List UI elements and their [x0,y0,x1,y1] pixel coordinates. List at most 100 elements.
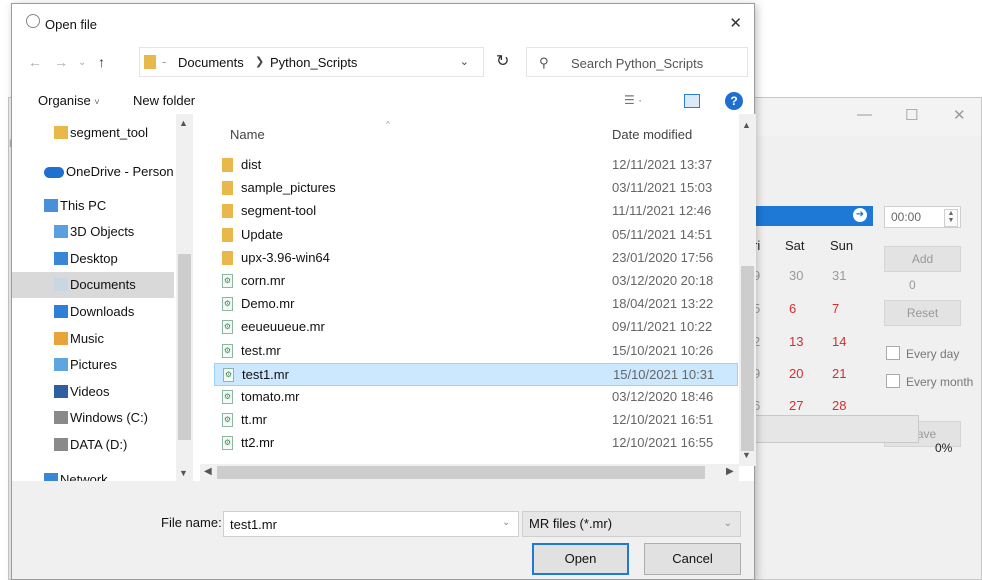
calendar-day[interactable]: 21 [832,366,846,381]
scroll-down-icon[interactable]: ▼ [742,450,751,460]
nav-item[interactable]: Videos [12,379,174,405]
folder-icon [222,181,233,196]
calendar-day[interactable]: 20 [789,366,803,381]
file-row[interactable]: ⚙ tt.mr 12/10/2021 16:51 [214,409,738,432]
checkbox-box[interactable] [886,346,900,360]
horizontal-scrollbar[interactable]: ◀ ▶ [200,464,739,481]
file-row[interactable]: ⚙ Demo.mr 18/04/2021 13:22 [214,293,738,316]
file-name: corn.mr [241,273,286,288]
column-name-header[interactable]: Name [230,127,265,142]
search-input[interactable]: ⚲ Search Python_Scripts [526,47,748,77]
file-name-dropdown-icon[interactable]: ⌄ [502,517,510,528]
calendar-day[interactable]: 31 [832,268,846,283]
nav-scroll-thumb[interactable] [178,254,191,440]
nav-item[interactable]: Windows (C:) [12,405,174,431]
nav-scrollbar[interactable]: ▲ ▼ [176,114,193,486]
file-row[interactable]: ⚙ eeueuueue.mr 09/11/2021 10:22 [214,316,738,339]
nav-item[interactable]: Downloads [12,299,174,325]
address-bar[interactable]: - Documents ❯ Python_Scripts ⌄ [139,47,484,77]
nav-item[interactable]: Pictures [12,352,174,378]
breadcrumb-python-scripts[interactable]: Python_Scripts [270,55,357,70]
horizontal-scroll-thumb[interactable] [217,466,705,479]
refresh-icon[interactable]: ↻ [496,51,509,71]
file-row[interactable]: sample_pictures 03/11/2021 15:03 [214,177,738,200]
reset-button[interactable]: Reset [884,300,961,326]
calendar-day[interactable]: 13 [789,334,803,349]
file-row[interactable]: Update 05/11/2021 14:51 [214,224,738,247]
scroll-right-icon[interactable]: ▶ [726,466,734,477]
close-icon[interactable]: ✕ [953,106,966,124]
nav-item[interactable]: DATA (D:) [12,432,174,458]
view-options-icon[interactable]: ☰ · [624,93,642,107]
time-input[interactable]: 00:00 ▲ ▼ [884,206,961,228]
file-row[interactable]: ⚙ corn.mr 03/12/2020 20:18 [214,270,738,293]
file-date: 18/04/2021 13:22 [612,296,714,312]
file-list-scrollbar[interactable]: ▲ ▼ [739,114,756,466]
nav-item[interactable]: Desktop [12,246,174,272]
recent-locations-chevron-icon[interactable]: ⌄ [78,57,86,68]
file-row[interactable]: upx-3.96-win64 23/01/2020 17:56 [214,247,738,270]
calendar-day[interactable]: 28 [832,398,846,413]
help-icon[interactable]: ? [725,92,743,110]
downloads-icon [54,305,68,318]
file-name-input[interactable] [223,511,519,537]
column-date-header[interactable]: Date modified [612,127,692,142]
organise-button[interactable]: Organise ˅ [38,93,100,108]
file-row[interactable]: dist 12/11/2021 13:37 [214,154,738,177]
nav-item[interactable]: OneDrive - Person [12,159,174,185]
nav-item[interactable]: Music [12,326,174,352]
file-row[interactable]: segment-tool 11/11/2021 12:46 [214,200,738,223]
nav-item[interactable]: This PC [12,193,174,219]
next-month-icon[interactable]: ➜ [853,208,867,222]
preview-pane-icon[interactable] [684,94,700,108]
every-day-label: Every day [906,347,960,361]
nav-item[interactable]: 3D Objects [12,219,174,245]
calendar-day[interactable]: 7 [832,301,839,316]
calendar-day[interactable]: 30 [789,268,803,283]
dialog-close-icon[interactable]: ✕ [729,14,742,32]
checkbox-box[interactable] [886,374,900,388]
scroll-left-icon[interactable]: ◀ [204,466,212,477]
documents-icon [54,278,68,291]
add-button[interactable]: Add [884,246,961,272]
scroll-down-icon[interactable]: ▼ [179,468,188,478]
file-row[interactable]: ⚙ test1.mr 15/10/2021 10:31 [214,362,738,386]
mr-file-icon: ⚙ [222,320,233,335]
file-row[interactable]: ⚙ test.mr 15/10/2021 10:26 [214,340,738,363]
chevron-down-icon: ⌄ [723,518,732,529]
scroll-up-icon[interactable]: ▲ [742,120,751,130]
file-type-select[interactable]: MR files (*.mr) ⌄ [522,511,741,537]
calendar-day[interactable]: 6 [789,301,796,316]
every-month-checkbox[interactable]: Every month [886,374,973,389]
file-scroll-thumb[interactable] [741,266,754,451]
drive-icon [54,411,68,424]
file-date: 03/12/2020 18:46 [612,389,714,404]
maximize-icon[interactable]: ☐ [905,106,918,124]
forward-arrow-icon[interactable]: → [54,54,68,70]
new-folder-button[interactable]: New folder [133,93,195,108]
chevron-right-icon[interactable]: ❯ [255,55,264,68]
file-row[interactable]: ⚙ tt2.mr 12/10/2021 16:55 [214,432,738,455]
nav-item[interactable]: Documents [12,272,174,298]
scroll-up-icon[interactable]: ▲ [179,118,188,128]
cancel-button[interactable]: Cancel [644,543,741,575]
file-name: Update [241,226,283,242]
calendar-day[interactable]: 27 [789,398,803,413]
time-spinner[interactable]: ▲ ▼ [944,209,958,227]
breadcrumb-documents[interactable]: Documents [178,55,244,70]
separator-icon: - [162,54,167,69]
nav-item[interactable]: segment_tool [12,120,174,146]
up-arrow-icon[interactable]: ↑ [98,54,105,70]
calendar-day[interactable]: 14 [832,334,846,349]
file-name: Demo.mr [241,296,295,312]
back-arrow-icon[interactable]: ← [28,54,42,70]
file-date: 15/10/2021 10:31 [613,366,715,382]
open-button[interactable]: Open [532,543,629,575]
file-name: test.mr [241,342,281,358]
file-date: 03/12/2020 20:18 [612,273,714,288]
chevron-down-icon[interactable]: ⌄ [460,55,469,68]
file-name: tt2.mr [241,435,275,451]
every-day-checkbox[interactable]: Every day [886,346,959,361]
file-row[interactable]: ⚙ tomato.mr 03/12/2020 18:46 [214,386,738,409]
minimize-icon[interactable]: — [857,106,872,123]
